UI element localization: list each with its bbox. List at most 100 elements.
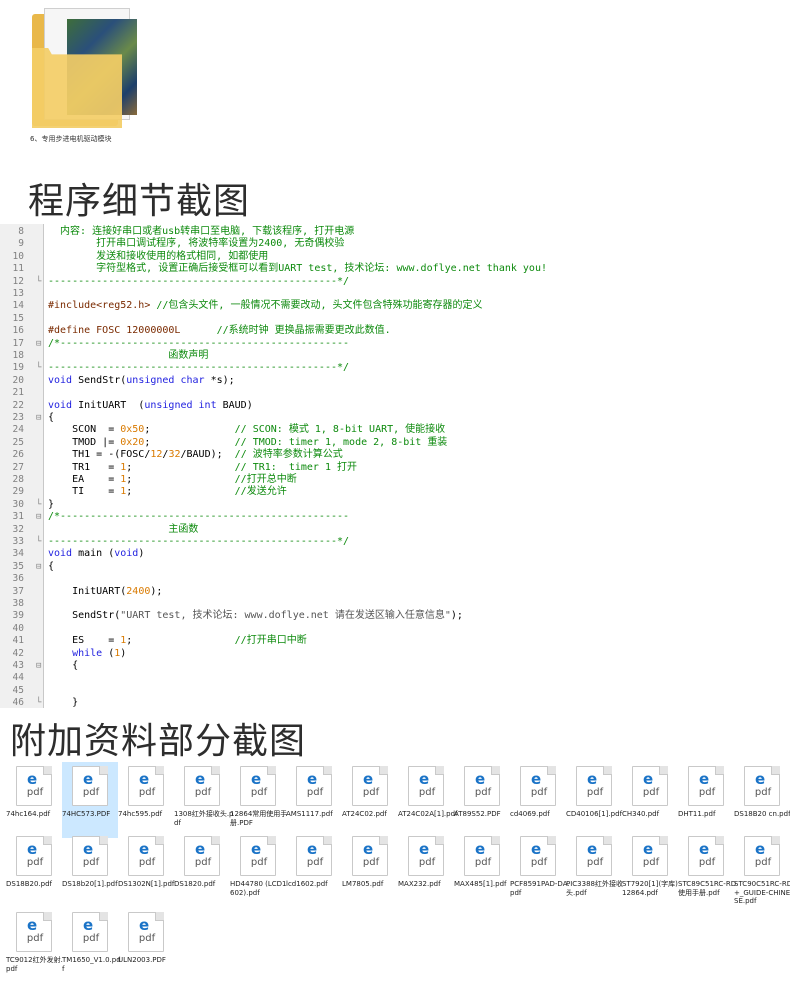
code-token: ; — [126, 461, 235, 473]
code-editor[interactable]: 8 内容: 连接好串口或者usb转串口至电脑, 下载该程序, 打开电源 9 打开串… — [0, 224, 790, 708]
fold-toggle-icon[interactable]: ⊟ — [36, 338, 44, 350]
code-line: 18 函数声明 — [0, 350, 790, 362]
file-item[interactable]: e pdf CD40106[1].pdf — [566, 762, 622, 838]
code-token: 发送和接收使用的格式相同, 如都使用 — [48, 250, 269, 262]
file-item[interactable]: e pdf lcd1602.pdf — [286, 832, 342, 908]
file-item[interactable]: e pdf CH340.pdf — [622, 762, 678, 838]
code-token: 12 — [150, 449, 163, 461]
file-item[interactable]: e pdf HD44780 (LCD1602).pdf — [230, 832, 287, 908]
edge-logo-icon: e — [587, 770, 598, 788]
file-item[interactable]: e pdf DS18B20 cn.pdf — [734, 762, 790, 838]
code-token: //打开总中断 — [234, 474, 297, 485]
code-text: void InitUART (unsigned int BAUD) — [48, 400, 253, 412]
file-item[interactable]: e pdf ST7920[1](字库)12864.pdf — [622, 832, 678, 908]
file-item[interactable]: e pdf DHT11.pdf — [678, 762, 734, 838]
file-name: DS18B20.pdf — [6, 880, 53, 888]
code-text: ----------------------------------------… — [48, 276, 349, 288]
code-token: InitUART ( — [72, 399, 145, 411]
folder-icon — [32, 48, 122, 128]
file-item[interactable]: e pdf MAX485[1].pdf — [454, 832, 510, 908]
fold-end-icon: └ — [36, 276, 42, 287]
code-text: /*--------------------------------------… — [48, 511, 349, 523]
file-item[interactable]: e pdf ULN2003.PDF — [118, 908, 174, 984]
file-name: AT89S52.PDF — [454, 810, 501, 818]
edge-pdf-icon: e pdf — [632, 836, 668, 876]
line-number: 44 — [12, 672, 24, 684]
file-item[interactable]: e pdf PCF8591PAD-DA.pdf — [510, 832, 570, 908]
file-name: STC89C51RC-RD使用手册.pdf — [678, 880, 737, 897]
code-token: ( — [102, 647, 115, 659]
code-token: { — [48, 412, 55, 423]
file-name: 74HC573.PDF — [62, 810, 111, 818]
file-item[interactable]: e pdf STC89C51RC-RD使用手册.pdf — [678, 832, 736, 908]
edge-pdf-icon: e pdf — [464, 836, 500, 876]
file-item[interactable]: e pdf AT24C02.pdf — [342, 762, 398, 838]
file-item[interactable]: e pdf DS18b20[1].pdf — [62, 832, 118, 908]
file-item[interactable]: e pdf 74HC573.PDF — [62, 762, 118, 838]
file-item[interactable]: e pdf PIC3388红外接收头.pdf — [566, 832, 623, 908]
edge-logo-icon: e — [307, 840, 318, 858]
folder-label: 6、专用步进电机驱动模块 — [30, 135, 112, 143]
folder-item[interactable]: 6、专用步进电机驱动模块 — [30, 8, 137, 148]
code-text: /*--------------------------------------… — [48, 338, 349, 350]
fold-end-icon: └ — [36, 363, 42, 374]
code-token: unsigned int — [144, 399, 217, 411]
edge-pdf-icon: e pdf — [296, 766, 332, 806]
code-token: main ( — [72, 548, 115, 560]
edge-pdf-icon: e pdf — [744, 766, 780, 806]
fold-toggle-icon[interactable]: ⊟ — [36, 561, 44, 573]
file-item[interactable]: e pdf AT24C02A[1].pdf — [398, 762, 458, 838]
code-line: 13 — [0, 288, 790, 300]
file-name: DHT11.pdf — [678, 810, 716, 818]
file-item[interactable]: e pdf MAX232.pdf — [398, 832, 454, 908]
code-line: 19 └ -------------------------------------… — [0, 362, 790, 374]
file-type-label: pdf — [530, 787, 548, 798]
line-number: 34 — [12, 548, 24, 560]
code-line: 22 void InitUART (unsigned int BAUD) — [0, 400, 790, 412]
fold-toggle-icon[interactable]: ⊟ — [36, 412, 44, 424]
code-line: 29 TI = 1; //发送允许 — [0, 486, 790, 498]
file-item[interactable]: e pdf DS1302N[1].pdf — [118, 832, 174, 908]
code-token: ; — [126, 474, 235, 485]
file-item[interactable]: e pdf 12864常用使用手册.PDF — [230, 762, 287, 838]
code-line: 20 void SendStr(unsigned char *s); — [0, 375, 790, 387]
fold-toggle-icon[interactable]: ⊟ — [36, 660, 44, 672]
edge-pdf-icon: e pdf — [296, 836, 332, 876]
file-type-label: pdf — [362, 857, 380, 868]
file-type-label: pdf — [82, 933, 100, 944]
file-type-label: pdf — [306, 787, 324, 798]
file-name: TM1650_V1.0.pdf — [62, 956, 121, 973]
file-item[interactable]: e pdf cd4069.pdf — [510, 762, 566, 838]
code-line: 32 主函数 — [0, 524, 790, 536]
edge-logo-icon: e — [755, 770, 766, 788]
file-item[interactable]: e pdf AMS1117.pdf — [286, 762, 342, 838]
line-number: 37 — [12, 585, 24, 597]
fold-end-icon: └ — [36, 537, 42, 547]
code-text: } — [48, 499, 54, 511]
file-item[interactable]: e pdf TC9012红外发射.pdf — [6, 908, 63, 984]
edge-pdf-icon: e pdf — [240, 766, 276, 806]
code-token: 主函数 — [48, 523, 199, 535]
file-type-label: pdf — [138, 787, 156, 798]
file-item[interactable]: e pdf LM7805.pdf — [342, 832, 398, 908]
file-item[interactable]: e pdf DS1820.pdf — [174, 832, 230, 908]
edge-logo-icon: e — [419, 840, 430, 858]
code-token: ; — [126, 486, 235, 498]
line-number: 35 — [12, 560, 24, 572]
code-token: void — [114, 548, 139, 560]
file-item[interactable]: e pdf TM1650_V1.0.pdf — [62, 908, 121, 984]
code-line: 39 SendStr("UART test, 技术论坛: www.doflye.… — [0, 610, 790, 622]
code-token: TH1 = -(FOSC/ — [48, 449, 151, 461]
file-type-label: pdf — [362, 787, 380, 798]
file-item[interactable]: e pdf 74hc595.pdf — [118, 762, 174, 838]
code-text: 字符型格式, 设置正确后接受框可以看到UART test, 技术论坛: www.… — [48, 263, 547, 275]
code-text: void main (void) — [48, 548, 144, 560]
file-item[interactable]: e pdf AT89S52.PDF — [454, 762, 510, 838]
code-line: 16 #define FOSC 12000000L //系统时钟 更换晶振需要更改… — [0, 325, 790, 337]
fold-toggle-icon[interactable]: ⊟ — [36, 511, 44, 523]
file-item[interactable]: e pdf STC90C51RC-RD+_GUIDE-CHINESE.pdf — [734, 832, 790, 908]
file-item[interactable]: e pdf DS18B20.pdf — [6, 832, 62, 908]
file-item[interactable]: e pdf 1308红外接收头.pdf — [174, 762, 233, 838]
file-item[interactable]: e pdf 74hc164.pdf — [6, 762, 62, 838]
code-line: 42 while (1) — [0, 648, 790, 660]
